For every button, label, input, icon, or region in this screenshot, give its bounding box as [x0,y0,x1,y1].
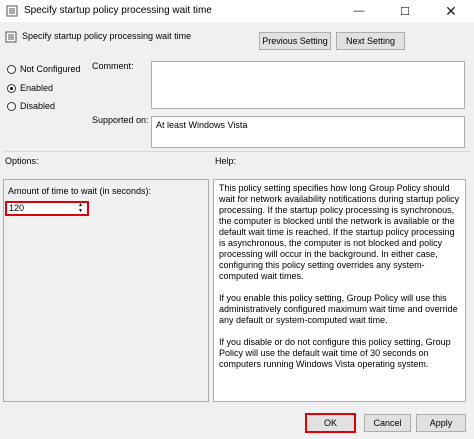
wait-time-label: Amount of time to wait (in seconds): [8,186,152,196]
policy-name: Specify startup policy processing wait t… [22,31,192,41]
radio-label: Disabled [20,101,56,111]
close-button[interactable]: ✕ [428,0,474,22]
next-setting-button[interactable]: Next Setting [336,32,405,50]
radio-indicator[interactable] [7,64,16,74]
spin-down-icon[interactable]: ▼ [76,209,85,214]
policy-settings-icon [6,5,18,17]
policy-icon [5,31,17,43]
help-text[interactable]: This policy setting specifies how long G… [213,179,466,402]
help-paragraph: This policy setting specifies how long G… [219,183,460,281]
apply-button[interactable]: Apply [416,414,466,432]
radio-label: Not Configured [20,64,81,74]
window-title: Specify startup policy processing wait t… [24,5,212,16]
supported-on-label: Supported on: [92,115,149,125]
maximize-button[interactable]: ☐ [382,0,428,22]
radio-enabled[interactable]: Enabled [7,83,53,93]
title-bar: Specify startup policy processing wait t… [0,0,474,22]
cancel-button[interactable]: Cancel [364,414,411,432]
comment-field[interactable] [151,61,465,109]
minimize-button[interactable]: — [336,0,382,22]
help-paragraph: If you enable this policy setting, Group… [219,293,458,325]
section-divider [4,151,470,152]
previous-setting-button[interactable]: Previous Setting [259,32,331,50]
supported-on-field[interactable]: At least Windows Vista [151,116,465,148]
help-paragraph: If you disable or do not configure this … [219,337,451,369]
comment-label: Comment: [92,61,134,71]
radio-not-configured[interactable]: Not Configured [7,64,81,74]
radio-label: Enabled [20,83,54,93]
ok-button[interactable]: OK [305,413,356,433]
radio-indicator[interactable] [7,83,16,93]
radio-disabled[interactable]: Disabled [7,101,55,111]
options-label: Options: [5,156,39,166]
radio-indicator[interactable] [7,101,16,111]
help-label: Help: [215,156,237,166]
